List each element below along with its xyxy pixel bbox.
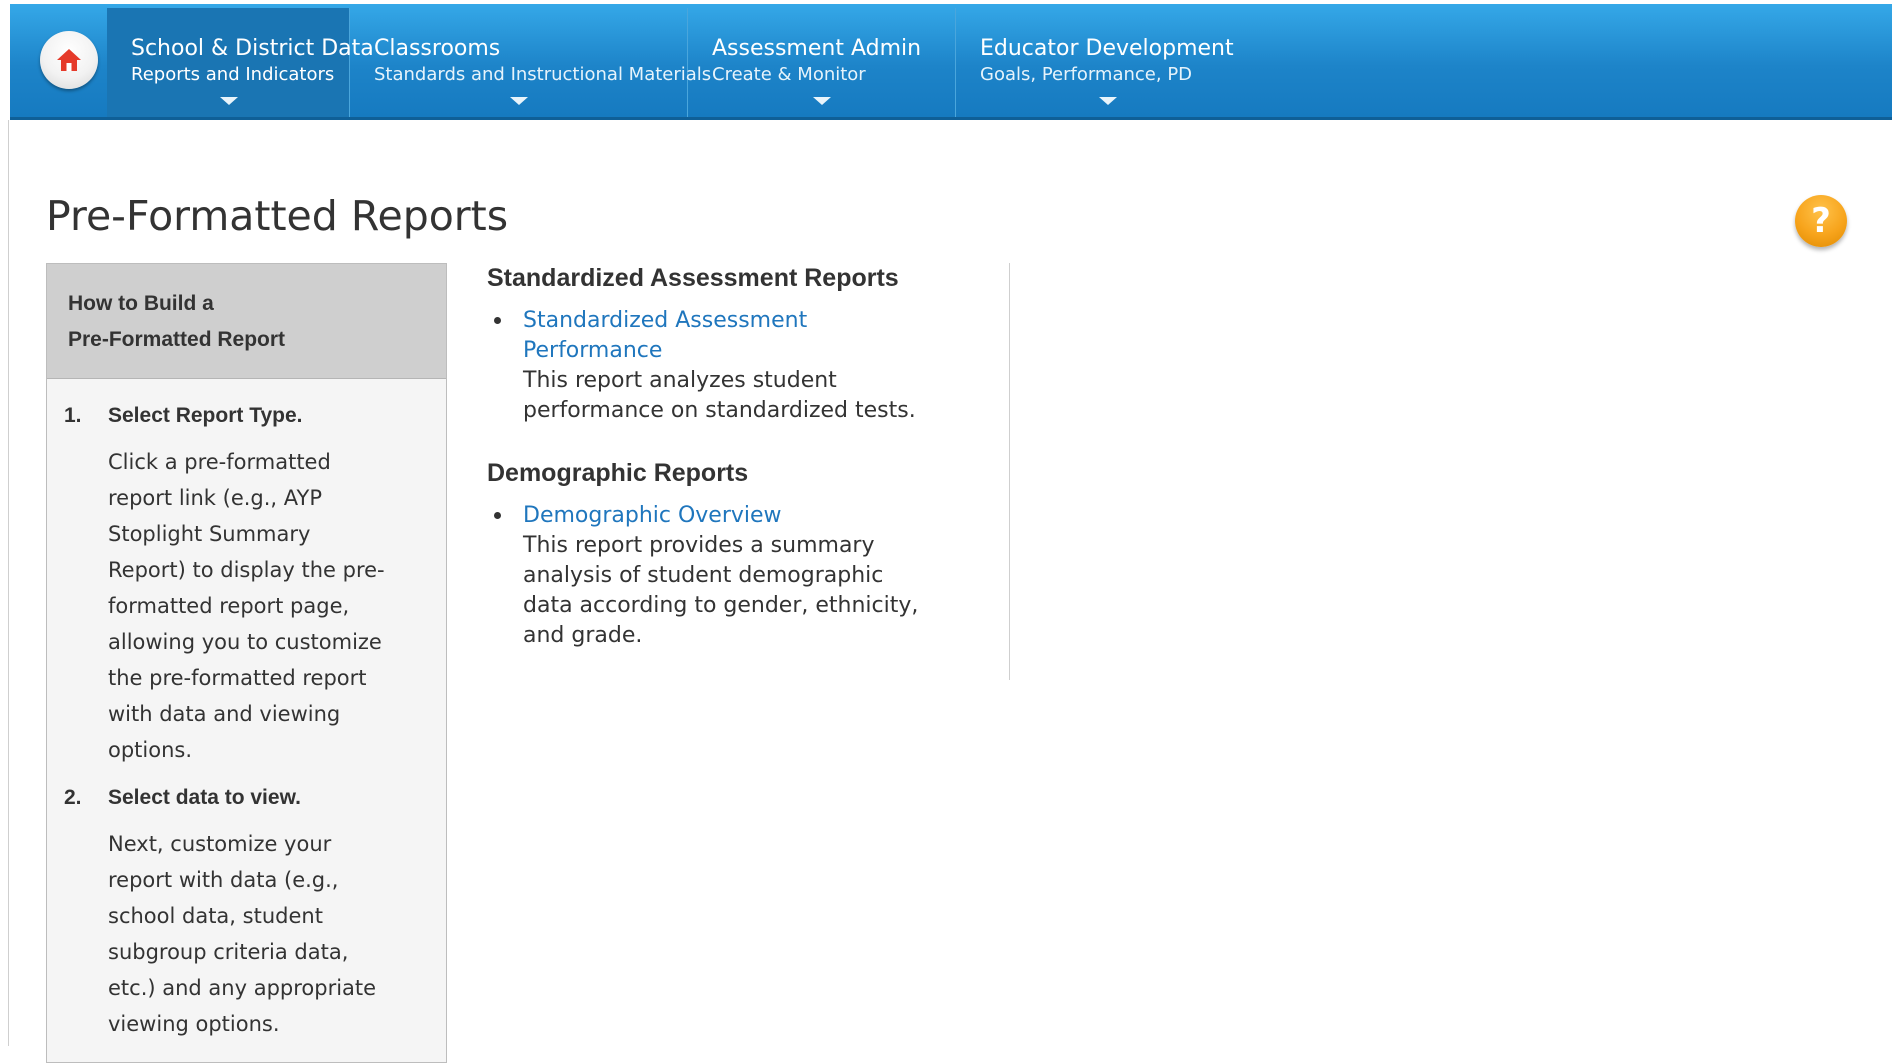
step-number: 2. (64, 786, 82, 809)
how-to-help-panel: How to Build a Pre-Formatted Report 1. S… (46, 263, 447, 1063)
help-heading-line: How to Build a (68, 292, 214, 315)
report-description: This report provides a summary analysis … (523, 531, 943, 651)
description-line: This report provides a summary (523, 533, 875, 558)
help-button[interactable]: ? (1795, 195, 1847, 247)
list-bullet (494, 512, 501, 519)
help-heading-line: Pre-Formatted Report (68, 328, 286, 351)
step-line: the pre-formatted report (108, 666, 367, 690)
chevron-down-icon (813, 97, 831, 105)
step-line: Click a pre-formatted (108, 450, 331, 474)
description-line: analysis of student demographic (523, 563, 884, 588)
home-button[interactable] (40, 31, 98, 89)
nav-item-title: Educator Development (980, 36, 1234, 61)
step-line: Next, customize your (108, 832, 332, 856)
top-navigation-bar: School & District Data Reports and Indic… (10, 4, 1892, 120)
home-icon (57, 49, 81, 71)
step-line: with data and viewing (108, 702, 341, 726)
section-heading-standardized: Standardized Assessment Reports (487, 264, 899, 292)
report-description: This report analyzes student performance… (523, 366, 943, 426)
step-line: school data, student (108, 904, 323, 928)
description-line: data according to gender, ethnicity, (523, 593, 919, 618)
nav-item-title: School & District Data (131, 36, 374, 61)
section-heading-demographic: Demographic Reports (487, 459, 749, 487)
link-line: Standardized Assessment (523, 308, 808, 333)
question-mark-icon: ? (1811, 201, 1831, 241)
step-title: Select Report Type. (108, 404, 303, 427)
step-line: report with data (e.g., (108, 868, 339, 892)
page-left-border (8, 120, 9, 1046)
step-line: etc.) and any appropriate (108, 976, 377, 1000)
step-line: report link (e.g., AYP (108, 486, 322, 510)
nav-item-title: Assessment Admin (712, 36, 922, 61)
nav-item-subtitle: Reports and Indicators (131, 64, 335, 85)
link-line: Demographic Overview (523, 503, 782, 528)
step-line: Stoplight Summary (108, 522, 311, 546)
step-title: Select data to view. (108, 786, 301, 809)
description-line: performance on standardized tests. (523, 398, 916, 423)
step-line: options. (108, 738, 193, 762)
nav-item-subtitle: Create & Monitor (712, 64, 866, 85)
nav-item-title: Classrooms (374, 36, 501, 61)
step-line: subgroup criteria data, (108, 940, 349, 964)
page-title: Pre-Formatted Reports (46, 192, 509, 240)
demographic-overview-link[interactable]: Demographic Overview (523, 501, 863, 531)
chevron-down-icon (220, 97, 238, 105)
nav-item-subtitle: Standards and Instructional Materials (374, 64, 712, 85)
help-panel-heading: How to Build a Pre-Formatted Report (68, 286, 428, 358)
link-line: Performance (523, 338, 663, 363)
nav-item-subtitle: Goals, Performance, PD (980, 64, 1193, 85)
description-line: This report analyzes student (523, 368, 837, 393)
nav-educator-development[interactable]: Educator Development Goals, Performance,… (956, 8, 1256, 117)
step-line: Report) to display the pre- (108, 558, 385, 582)
standardized-assessment-performance-link[interactable]: Standardized Assessment Performance (523, 306, 863, 366)
chevron-down-icon (510, 97, 528, 105)
step-line: viewing options. (108, 1012, 280, 1036)
step-description: Click a pre-formatted report link (e.g.,… (108, 444, 413, 768)
description-line: and grade. (523, 623, 643, 648)
step-number: 1. (64, 404, 82, 427)
help-panel-header: How to Build a Pre-Formatted Report (47, 264, 446, 379)
step-line: allowing you to customize (108, 630, 382, 654)
nav-school-district-data[interactable]: School & District Data Reports and Indic… (107, 8, 374, 117)
list-bullet (494, 317, 501, 324)
nav-classrooms[interactable]: Classrooms Standards and Instructional M… (350, 8, 711, 117)
chevron-down-icon (1099, 97, 1117, 105)
step-line: formatted report page, (108, 594, 350, 618)
nav-assessment-admin[interactable]: Assessment Admin Create & Monitor (688, 8, 956, 117)
step-description: Next, customize your report with data (e… (108, 826, 413, 1042)
column-divider (1009, 263, 1010, 680)
